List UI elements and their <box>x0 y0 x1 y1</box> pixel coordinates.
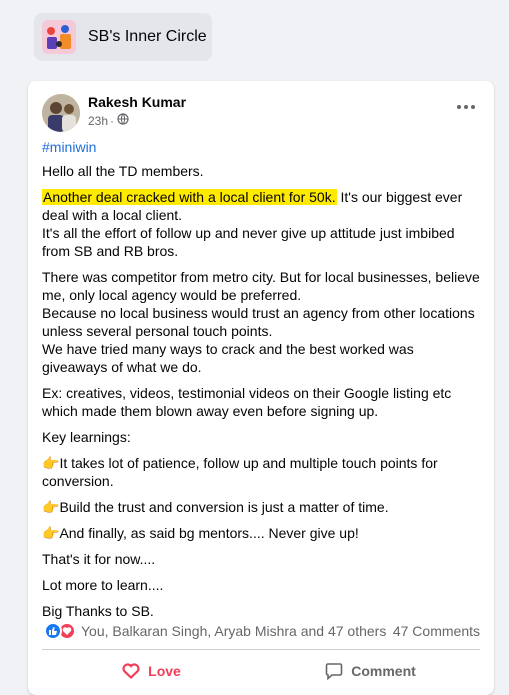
group-header: SB's Inner Circle <box>0 0 509 68</box>
reaction-icons[interactable] <box>44 622 76 640</box>
comment-button[interactable]: Comment <box>261 653 480 689</box>
highlighted-text: Another deal cracked with a local client… <box>42 189 337 205</box>
reactions-bar: You, Balkaran Singh, Aryab Mishra and 47… <box>44 621 480 641</box>
post-actions: Love Comment <box>42 653 480 689</box>
point-3-text: And finally, as said bg mentors.... Neve… <box>59 525 359 541</box>
author-name[interactable]: Rakesh Kumar <box>88 94 186 110</box>
key-learnings-heading: Key learnings: <box>42 429 131 445</box>
love-label: Love <box>148 663 181 679</box>
learning-point-2: 👉Build the trust and conversion is just … <box>42 498 482 516</box>
point-right-emoji: 👉 <box>42 455 60 471</box>
point-right-emoji: 👉 <box>42 525 60 541</box>
post-time[interactable]: 23h <box>88 114 108 128</box>
like-reaction-icon <box>44 622 62 640</box>
comments-count[interactable]: 47 Comments <box>393 623 480 639</box>
closing-line-2: Lot more to learn.... <box>42 577 164 593</box>
point-2-text: Build the trust and conversion is just a… <box>59 499 389 515</box>
trust-text: Because no local business would trust an… <box>42 305 475 339</box>
love-button[interactable]: Love <box>42 653 261 689</box>
point-1-text: It takes lot of patience, follow up and … <box>42 455 438 489</box>
post-meta: 23h · <box>88 113 129 128</box>
actions-divider <box>42 649 480 650</box>
globe-icon <box>117 113 129 128</box>
group-avatar-icon <box>42 20 76 54</box>
comment-icon <box>325 663 343 680</box>
greeting: Hello all the TD members. <box>42 163 204 179</box>
closing-line-3: Big Thanks to SB. <box>42 603 154 619</box>
learning-point-1: 👉It takes lot of patience, follow up and… <box>42 454 482 490</box>
post-body: #miniwin Hello all the TD members. Anoth… <box>42 138 482 628</box>
more-options-icon[interactable] <box>454 97 478 117</box>
group-name: SB's Inner Circle <box>88 28 207 45</box>
paragraph-competitor: There was competitor from metro city. Bu… <box>42 268 482 376</box>
closing-line-1: That's it for now.... <box>42 551 156 567</box>
meta-separator: · <box>110 113 115 128</box>
effort-text: It's all the effort of follow up and nev… <box>42 225 455 259</box>
paragraph-examples: Ex: creatives, videos, testimonial video… <box>42 385 452 419</box>
comment-label: Comment <box>351 663 416 679</box>
post-card: Rakesh Kumar 23h · #miniwin Hello all th… <box>28 81 494 695</box>
heart-icon <box>122 663 140 679</box>
hashtag-link[interactable]: #miniwin <box>42 138 482 156</box>
learning-point-3: 👉And finally, as said bg mentors.... Nev… <box>42 524 482 542</box>
author-avatar[interactable] <box>42 94 80 132</box>
giveaway-text: We have tried many ways to crack and the… <box>42 341 414 375</box>
group-chip[interactable]: SB's Inner Circle <box>34 13 212 61</box>
reaction-summary[interactable]: You, Balkaran Singh, Aryab Mishra and 47… <box>81 623 386 639</box>
paragraph-deal: Another deal cracked with a local client… <box>42 188 482 260</box>
competitor-text: There was competitor from metro city. Bu… <box>42 269 480 303</box>
point-right-emoji: 👉 <box>42 499 60 515</box>
